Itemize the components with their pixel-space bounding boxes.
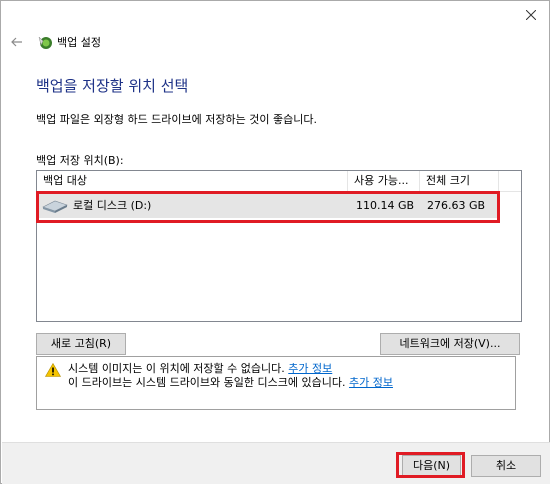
column-header-available[interactable]: 사용 가능...	[348, 171, 420, 191]
back-button[interactable]	[9, 34, 25, 50]
backup-location-list[interactable]: 백업 대상 사용 가능... 전체 크기 로컬 디스크 (D:) 110.14 …	[36, 170, 522, 322]
refresh-button[interactable]: 새로 고침(R)	[36, 333, 126, 355]
close-button[interactable]	[519, 5, 543, 25]
column-header-total[interactable]: 전체 크기	[420, 171, 499, 191]
next-button[interactable]: 다음(N)	[402, 455, 461, 477]
drive-icon	[42, 200, 68, 213]
row-target: 로컬 디스크 (D:)	[73, 199, 152, 212]
window-title: 백업 설정	[57, 36, 101, 49]
backup-app-icon	[38, 36, 52, 49]
warning-icon	[45, 363, 61, 377]
title-area: 백업 설정	[9, 33, 101, 51]
cancel-button[interactable]: 취소	[471, 455, 541, 477]
warning-box: 시스템 이미지는 이 위치에 저장할 수 없습니다. 추가 정보 이 드라이브는…	[36, 356, 516, 410]
save-on-network-button[interactable]: 네트워크에 저장(V)...	[380, 333, 520, 355]
list-header: 백업 대상 사용 가능... 전체 크기	[37, 171, 521, 192]
row-total: 276.63 GB	[427, 199, 486, 212]
table-row[interactable]: 로컬 디스크 (D:) 110.14 GB 276.63 GB	[38, 194, 498, 218]
column-header-target[interactable]: 백업 대상	[37, 171, 348, 191]
warning-line-2: 이 드라이브는 시스템 드라이브와 동일한 디스크에 있습니다. 추가 정보	[68, 374, 393, 390]
close-icon	[526, 10, 536, 20]
page-description: 백업 파일은 외장형 하드 드라이브에 저장하는 것이 좋습니다.	[36, 113, 317, 126]
back-arrow-icon	[11, 37, 22, 47]
row-available: 110.14 GB	[356, 199, 415, 212]
backup-settings-window: 백업 설정 백업을 저장할 위치 선택 백업 파일은 외장형 하드 드라이브에 …	[0, 0, 550, 484]
page-heading: 백업을 저장할 위치 선택	[36, 77, 189, 95]
backup-location-label: 백업 저장 위치(B):	[36, 154, 124, 167]
warning-text-2: 이 드라이브는 시스템 드라이브와 동일한 디스크에 있습니다.	[68, 376, 346, 389]
button-footer	[2, 442, 550, 484]
more-info-link-2[interactable]: 추가 정보	[349, 376, 393, 389]
